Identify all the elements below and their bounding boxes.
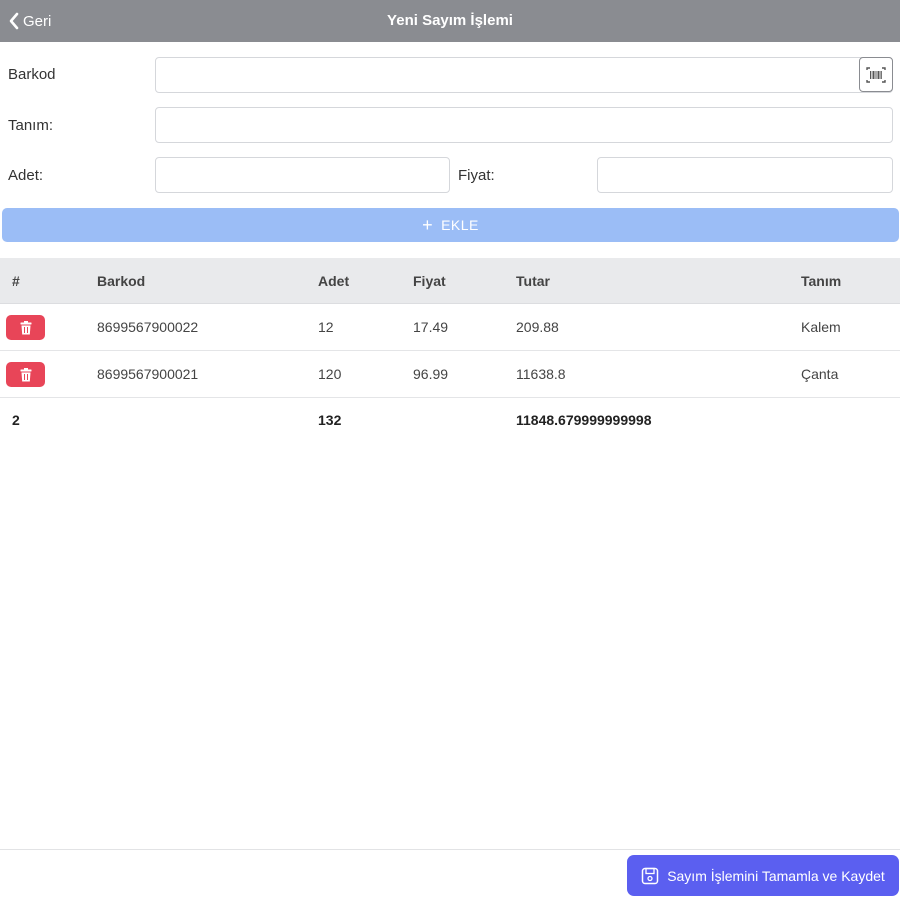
total-tutar: 11848.679999999998 <box>516 412 652 428</box>
save-button-label: Sayım İşlemini Tamamla ve Kaydet <box>667 867 885 884</box>
save-complete-button[interactable]: Sayım İşlemini Tamamla ve Kaydet <box>627 855 899 896</box>
adet-input[interactable] <box>155 157 450 193</box>
table-row: 8699567900022 12 17.49 209.88 Kalem <box>0 304 900 351</box>
col-header-barkod: Barkod <box>97 273 146 289</box>
col-header-tanim: Tanım <box>801 273 842 289</box>
add-button[interactable]: + EKLE <box>2 208 899 242</box>
barkod-label: Barkod <box>8 66 56 83</box>
trash-icon <box>20 367 31 381</box>
save-icon <box>641 867 659 884</box>
page-title: Yeni Sayım İşlemi <box>387 12 513 29</box>
plus-icon: + <box>422 214 434 235</box>
totals-row: 2 132 11848.679999999998 <box>0 398 900 442</box>
cell-tutar: 209.88 <box>516 319 559 335</box>
trash-icon <box>20 320 31 334</box>
cell-fiyat: 17.49 <box>413 319 449 335</box>
cell-adet: 120 <box>318 366 342 382</box>
cell-barkod: 8699567900022 <box>97 319 199 335</box>
cell-tutar: 11638.8 <box>516 366 566 382</box>
barcode-scan-icon <box>866 66 886 83</box>
total-count: 2 <box>12 412 20 428</box>
tanim-label: Tanım: <box>8 117 54 134</box>
cell-tanim: Çanta <box>801 366 839 382</box>
col-header-adet: Adet <box>318 273 350 289</box>
barcode-scan-button[interactable] <box>859 57 893 92</box>
barkod-input[interactable] <box>155 57 893 93</box>
table-header: # Barkod Adet Fiyat Tutar Tanım <box>0 258 900 304</box>
delete-button[interactable] <box>6 362 45 387</box>
fiyat-input[interactable] <box>597 157 893 193</box>
cell-tanim: Kalem <box>801 319 841 335</box>
cell-adet: 12 <box>318 319 334 335</box>
fiyat-label: Fiyat: <box>458 167 495 184</box>
cell-fiyat: 96.99 <box>413 366 449 382</box>
delete-button[interactable] <box>6 315 45 340</box>
col-header-fiyat: Fiyat <box>413 273 446 289</box>
adet-label: Adet: <box>8 167 44 184</box>
footer-divider <box>0 849 900 850</box>
tanim-input[interactable] <box>155 107 893 143</box>
col-header-tutar: Tutar <box>516 273 550 289</box>
cell-barkod: 8699567900021 <box>97 366 199 382</box>
add-button-label: EKLE <box>441 217 479 233</box>
total-adet: 132 <box>318 412 342 428</box>
table-row: 8699567900021 120 96.99 11638.8 Çanta <box>0 351 900 398</box>
top-bar: Geri Yeni Sayım İşlemi <box>0 0 900 42</box>
col-header-index: # <box>12 273 20 289</box>
